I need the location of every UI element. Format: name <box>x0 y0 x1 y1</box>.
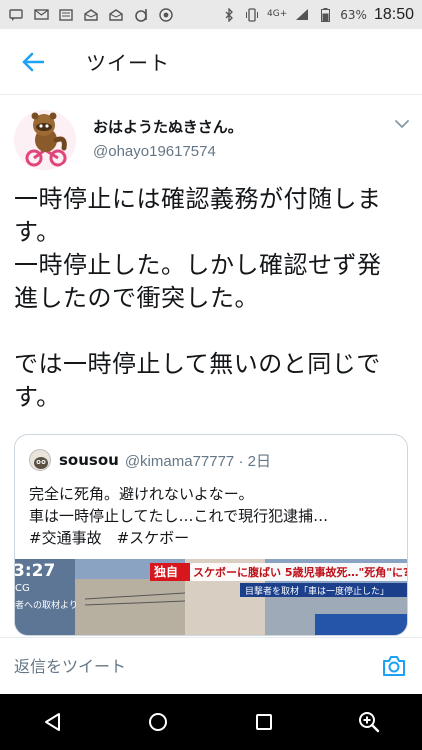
quoted-tweet[interactable]: sousou @kimama77777 · 2日 完全に死角。避けれないよなー。… <box>14 434 408 636</box>
notification-icons <box>8 7 174 22</box>
image-headline: スケボーに腹ばい 5歳児事故死…"死角"に? <box>193 566 408 579</box>
nav-back-button[interactable] <box>33 702 73 742</box>
image-time-caption: 3:27 <box>15 561 56 581</box>
quoted-author-handle: @kimama77777 · 2日 <box>124 452 271 470</box>
news-icon <box>58 8 74 21</box>
quoted-tweet-header: sousou @kimama77777 · 2日 <box>29 449 397 471</box>
triangle-back-icon <box>44 713 60 731</box>
image-source-caption: 者への取材より <box>15 601 78 611</box>
system-icons: 4G+ 63% 18:50 <box>221 6 414 24</box>
clock: 18:50 <box>373 5 414 23</box>
vibrate-icon <box>244 7 260 22</box>
tweet-author: おはようたぬきさん。 @ohayo19617574 <box>14 110 410 170</box>
image-cg-caption: CG <box>15 583 30 594</box>
battery-icon <box>317 7 333 22</box>
signal-icon <box>294 8 310 21</box>
android-nav-bar <box>0 694 422 750</box>
back-arrow-icon <box>22 52 44 71</box>
owl-avatar-icon <box>30 450 50 470</box>
quoted-author-name: sousou <box>59 451 119 469</box>
nav-zoom-button[interactable] <box>349 702 389 742</box>
message-icon <box>8 8 24 21</box>
bluetooth-icon <box>221 7 237 22</box>
home-circle-icon <box>149 713 168 731</box>
square-recents-icon <box>255 714 272 730</box>
avatar[interactable] <box>14 110 76 170</box>
d-app-icon <box>133 8 149 22</box>
network-type: 4G+ <box>267 9 288 19</box>
zoom-in-icon <box>359 712 380 733</box>
image-subline: 目撃者を取材「車は一度停止した」 <box>245 587 390 597</box>
camera-icon[interactable] <box>380 652 408 680</box>
reply-composer[interactable]: 返信をツイート <box>0 637 422 692</box>
image-badge: 独自 <box>154 565 179 579</box>
nav-home-button[interactable] <box>138 702 178 742</box>
inbox-icon <box>83 8 99 21</box>
back-button[interactable] <box>18 47 48 77</box>
quoted-tweet-text: 完全に死角。避けれないよなー。 車は一時停止してたし…これで現行犯逮捕… #交通… <box>29 485 329 547</box>
quoted-media-thumbnail[interactable]: 3:27 CG 者への取材より 独自 スケボーに腹ばい 5歳児事故死…"死角"に… <box>15 559 408 635</box>
app-header: ツイート <box>0 29 422 95</box>
chevron-down-icon[interactable] <box>394 116 410 132</box>
page-title: ツイート <box>86 51 170 75</box>
chrome-icon <box>158 7 174 22</box>
tanuki-avatar-icon <box>14 110 76 170</box>
battery-level: 63% <box>340 7 367 22</box>
status-bar: 4G+ 63% 18:50 <box>0 0 422 29</box>
reply-input[interactable]: 返信をツイート <box>14 653 126 677</box>
quoted-avatar <box>29 449 51 471</box>
author-handle[interactable]: @ohayo19617574 <box>93 143 216 160</box>
author-name[interactable]: おはようたぬきさん。 <box>93 116 243 137</box>
nav-recents-button[interactable] <box>244 702 284 742</box>
mail-icon <box>33 8 49 21</box>
tweet-text: 一時停止には確認義務が付随しま す。 一時停止した。しかし確認せず発 進したので… <box>14 185 382 411</box>
inbox-icon <box>108 8 124 21</box>
